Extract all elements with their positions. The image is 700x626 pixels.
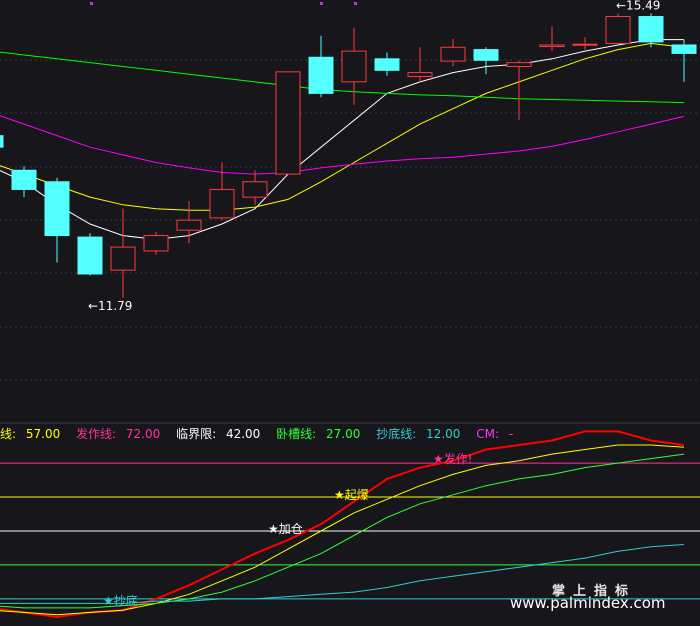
- signal-label-3: ★抄底: [103, 593, 138, 608]
- candle-body-18: [572, 43, 598, 46]
- signal-label-1: ★起爆: [334, 488, 369, 502]
- candle-body-20: [638, 16, 664, 43]
- candle-body-7: [209, 188, 235, 219]
- legend-item-3: 卧槽线: 27.00: [276, 427, 366, 441]
- candle-body-2: [44, 181, 70, 237]
- legend-label-1: 发作线:: [76, 427, 120, 441]
- legend-label-5: CM:: [476, 427, 503, 441]
- indicator-legend: 线: 57.00 发作线: 72.00 临界限: 42.00 卧槽线: 27.0…: [0, 425, 700, 441]
- legend-label-4: 抄底线:: [376, 427, 421, 441]
- candle-body-6: [176, 219, 202, 231]
- top-marker-0: [90, 2, 93, 5]
- watermark-url: www.palmindex.com: [510, 594, 666, 612]
- legend-value-3: 27.00: [326, 427, 361, 441]
- candle-body-16: [506, 62, 532, 67]
- candle-body-13: [407, 72, 433, 77]
- candle-body-9: [275, 71, 301, 175]
- legend-item-5: CM: -: [476, 427, 519, 441]
- legend-value-2: 42.00: [225, 427, 261, 441]
- candle-body-8: [242, 181, 268, 198]
- candle-body-12: [374, 58, 400, 71]
- legend-item-1: 发作线: 72.00: [76, 427, 166, 441]
- candle-body-19: [605, 16, 631, 44]
- candle-body-10: [308, 56, 334, 94]
- legend-label-3: 卧槽线:: [276, 427, 320, 441]
- candle-body-1: [11, 169, 37, 190]
- top-marker-1: [320, 2, 323, 5]
- signal-label-2: ★发作!: [433, 451, 473, 466]
- candle-body-15: [473, 49, 499, 61]
- legend-value-0: 57.00: [25, 427, 61, 441]
- candle-body-5: [143, 235, 169, 252]
- candle-body-11: [341, 50, 367, 83]
- candle-body-21: [671, 44, 697, 54]
- top-marker-2: [354, 2, 357, 5]
- candle-body-4: [110, 246, 136, 271]
- ma-line-2: [0, 115, 685, 175]
- legend-item-0: 线: 57.00: [0, 427, 66, 441]
- price-label-1: ←15.49: [616, 0, 660, 12]
- legend-item-2: 临界限: 42.00: [176, 427, 266, 441]
- candle-body-14: [440, 46, 466, 62]
- legend-value-5: -: [508, 427, 514, 441]
- signal-label-0: ★加仓: [268, 522, 303, 536]
- legend-value-4: 12.00: [426, 427, 461, 441]
- kline-chart: ←11.79 ←15.49 ★加仓 ★起爆 ★发作! ★抄底: [0, 0, 700, 619]
- price-label-0: ←11.79: [88, 299, 132, 313]
- legend-label-0: 线:: [0, 427, 20, 441]
- candle-body-17: [539, 44, 565, 48]
- legend-value-1: 72.00: [125, 427, 161, 441]
- candle-body-3: [77, 236, 103, 275]
- legend-item-4: 抄底线: 12.00: [376, 427, 466, 441]
- legend-label-2: 临界限:: [176, 427, 220, 441]
- candle-body-0: [0, 135, 4, 148]
